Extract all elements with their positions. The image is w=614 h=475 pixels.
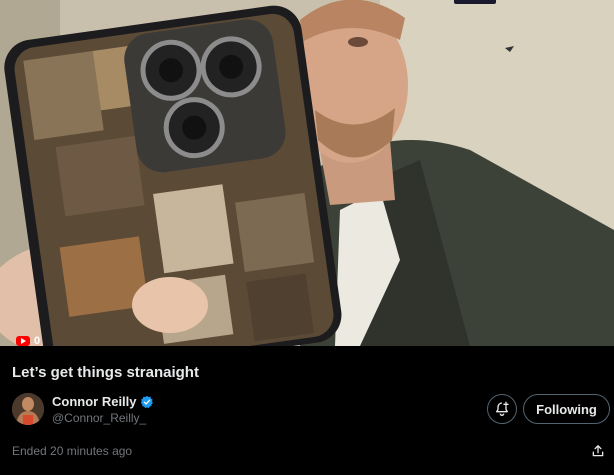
broadcast-title: Let’s get things stranaight bbox=[12, 364, 199, 381]
youtube-icon bbox=[16, 336, 30, 346]
avatar-image bbox=[12, 393, 44, 425]
viewer-badge: 0 bbox=[16, 335, 40, 346]
verified-badge-icon bbox=[140, 395, 153, 408]
following-button[interactable]: Following bbox=[523, 394, 610, 424]
avatar[interactable] bbox=[12, 393, 44, 425]
share-icon[interactable] bbox=[591, 443, 605, 459]
bell-plus-icon bbox=[496, 401, 509, 416]
viewer-count: 0 bbox=[34, 335, 41, 346]
notify-button[interactable] bbox=[487, 394, 517, 424]
user-name[interactable]: Connor Reilly bbox=[52, 394, 154, 409]
broadcast-video[interactable]: 0 bbox=[0, 0, 614, 346]
broadcast-status: Ended 20 minutes ago bbox=[12, 444, 133, 458]
display-name[interactable]: Connor Reilly bbox=[52, 394, 137, 409]
user-handle[interactable]: @Connor_Reilly_ bbox=[52, 411, 146, 425]
video-overlay-tag bbox=[454, 0, 496, 4]
video-frame bbox=[0, 0, 614, 346]
